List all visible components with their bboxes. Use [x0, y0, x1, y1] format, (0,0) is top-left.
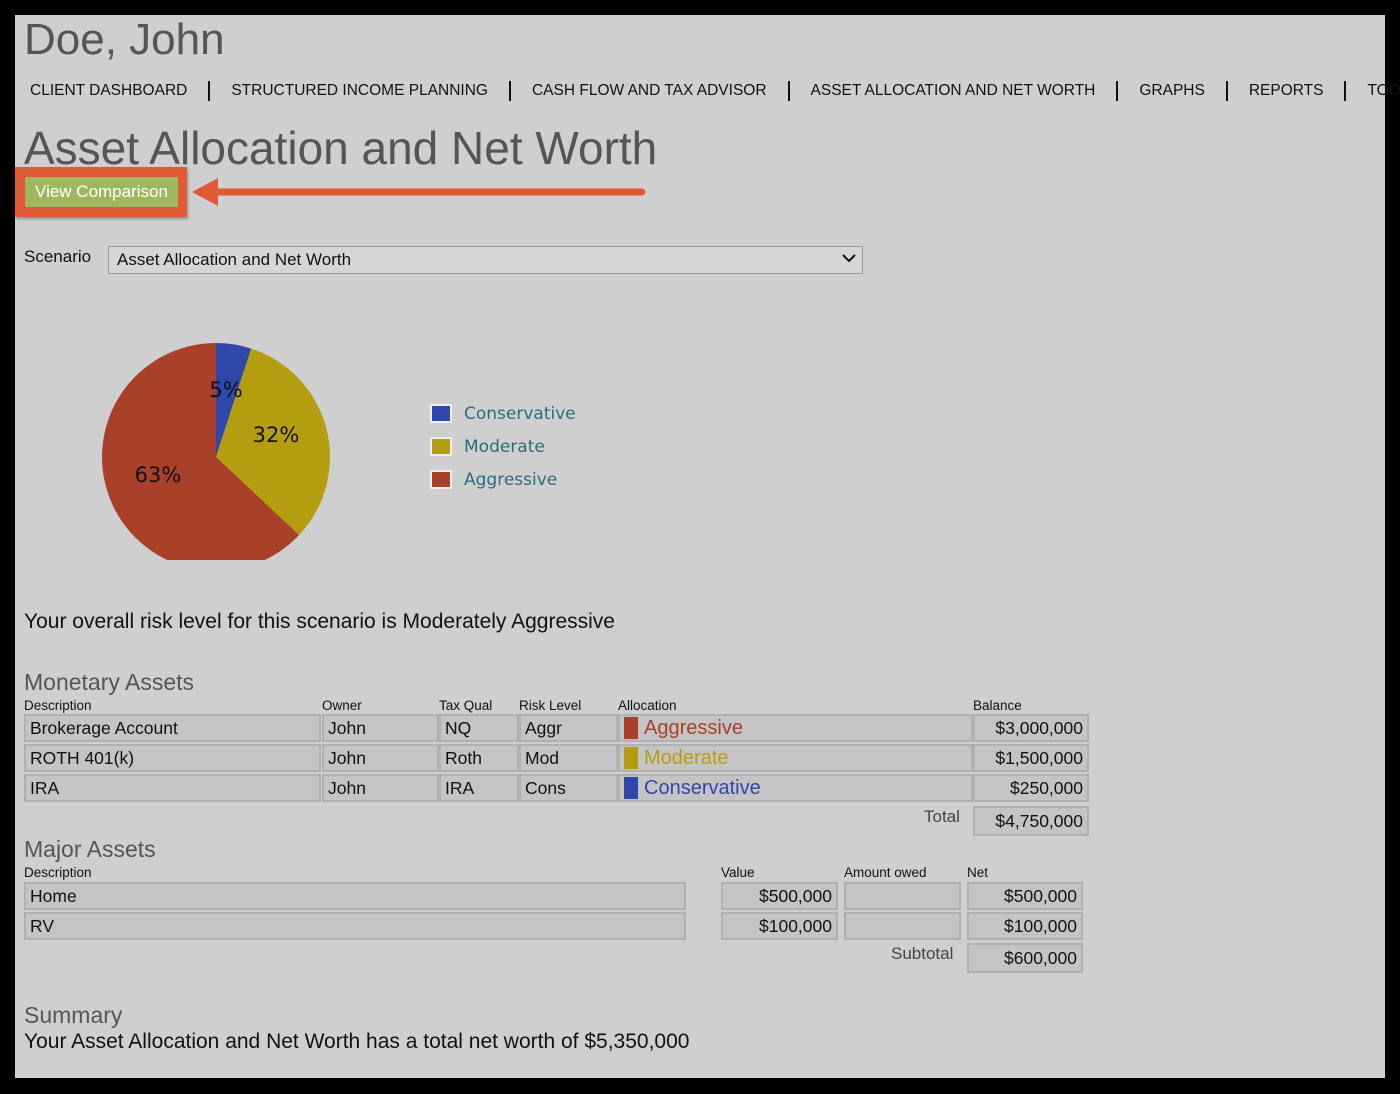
subtotal-value: $600,000 — [967, 943, 1083, 973]
allocation-swatch — [624, 717, 638, 739]
col-net: Net — [967, 865, 989, 880]
summary-text: Your Asset Allocation and Net Worth has … — [24, 1030, 690, 1053]
allocation-swatch — [624, 777, 638, 799]
col-allocation: Allocation — [618, 698, 677, 713]
annotation-arrow-icon — [192, 178, 646, 206]
allocation-label: Aggressive — [644, 716, 743, 739]
summary-title: Summary — [24, 1002, 123, 1028]
client-name: Doe, John — [24, 15, 225, 64]
pie-label-conservative: 5% — [209, 378, 242, 402]
allocation-label: Conservative — [644, 776, 761, 799]
legend-item-aggressive: Aggressive — [430, 463, 576, 496]
cell-balance: $1,500,000 — [973, 744, 1089, 772]
monetary-assets-title: Monetary Assets — [24, 669, 195, 695]
risk-level-text: Your overall risk level for this scenari… — [24, 610, 615, 633]
pie-label-aggressive: 63% — [135, 463, 182, 487]
major-assets-title: Major Assets — [24, 836, 156, 862]
legend-swatch — [430, 437, 452, 456]
col-value: Value — [721, 865, 755, 880]
cell-value: $500,000 — [721, 882, 838, 910]
cell-tax: NQ — [439, 714, 519, 742]
col-tax-qual: Tax Qual — [439, 698, 493, 713]
scenario-select[interactable]: Asset Allocation and Net Worth — [108, 246, 863, 274]
nav-item[interactable]: STRUCTURED INCOME PLANNING — [231, 82, 488, 100]
cell-tax: Roth — [439, 744, 519, 772]
pie-label-moderate: 32% — [253, 423, 300, 447]
cell-balance: $250,000 — [973, 774, 1089, 802]
nav-separator — [787, 81, 790, 101]
allocation-swatch — [624, 747, 638, 769]
total-value: $4,750,000 — [973, 806, 1089, 836]
nav-separator — [1344, 81, 1347, 101]
nav-separator — [1116, 81, 1119, 101]
scenario-label: Scenario — [24, 247, 92, 266]
cell-owner: John — [322, 774, 439, 802]
cell-risk: Mod — [519, 744, 618, 772]
nav-separator — [508, 81, 511, 101]
annotation-highlight-box: View Comparison — [15, 167, 187, 217]
nav-item[interactable]: GRAPHS — [1139, 82, 1204, 100]
cell-balance: $3,000,000 — [973, 714, 1089, 742]
page: Doe, John CLIENT DASHBOARD STRUCTURED INC… — [15, 15, 1400, 1078]
legend-item-moderate: Moderate — [430, 430, 576, 463]
legend-swatch — [430, 470, 452, 489]
cell-description: ROTH 401(k) — [24, 744, 321, 772]
cell-allocation: Conservative — [618, 774, 973, 802]
cell-description: Brokerage Account — [24, 714, 321, 742]
chevron-down-icon — [842, 251, 856, 268]
cell-amount-owed — [844, 882, 961, 910]
nav-separator — [208, 81, 211, 101]
cell-net: $100,000 — [967, 912, 1083, 940]
cell-value: $100,000 — [721, 912, 838, 940]
cell-risk: Aggr — [519, 714, 618, 742]
view-comparison-button[interactable]: View Comparison — [25, 177, 178, 207]
col-owner: Owner — [322, 698, 362, 713]
main-nav: CLIENT DASHBOARD STRUCTURED INCOME PLANNI… — [30, 81, 1400, 101]
col-balance: Balance — [973, 698, 1022, 713]
nav-item[interactable]: REPORTS — [1249, 82, 1324, 100]
legend-label: Aggressive — [464, 469, 558, 490]
allocation-label: Moderate — [644, 746, 729, 769]
cell-allocation: Aggressive — [618, 714, 973, 742]
subtotal-label: Subtotal — [891, 944, 954, 963]
cell-risk: Cons — [519, 774, 618, 802]
chart-legend: Conservative Moderate Aggressive — [430, 397, 576, 496]
nav-item[interactable]: CASH FLOW AND TAX ADVISOR — [532, 82, 767, 100]
scenario-selected-value: Asset Allocation and Net Worth — [117, 250, 352, 269]
cell-description: Home — [24, 882, 686, 910]
col-risk-level: Risk Level — [519, 698, 582, 713]
col-amount-owed: Amount owed — [844, 865, 927, 880]
cell-net: $500,000 — [967, 882, 1083, 910]
nav-item[interactable]: CLIENT DASHBOARD — [30, 82, 187, 100]
pie-chart: 5% 32% 63% — [102, 343, 330, 560]
legend-label: Conservative — [464, 403, 576, 424]
col-description: Description — [24, 698, 92, 713]
nav-separator — [1225, 81, 1228, 101]
cell-description: RV — [24, 912, 686, 940]
legend-label: Moderate — [464, 436, 545, 457]
cell-owner: John — [322, 744, 439, 772]
total-label: Total — [924, 807, 960, 826]
cell-owner: John — [322, 714, 439, 742]
cell-tax: IRA — [439, 774, 519, 802]
col-description: Description — [24, 865, 92, 880]
nav-item[interactable]: ASSET ALLOCATION AND NET WORTH — [811, 82, 1096, 100]
cell-description: IRA — [24, 774, 321, 802]
nav-item[interactable]: TOOLS — [1367, 82, 1400, 100]
cell-amount-owed — [844, 912, 961, 940]
legend-item-conservative: Conservative — [430, 397, 576, 430]
cell-allocation: Moderate — [618, 744, 973, 772]
legend-swatch — [430, 404, 452, 423]
